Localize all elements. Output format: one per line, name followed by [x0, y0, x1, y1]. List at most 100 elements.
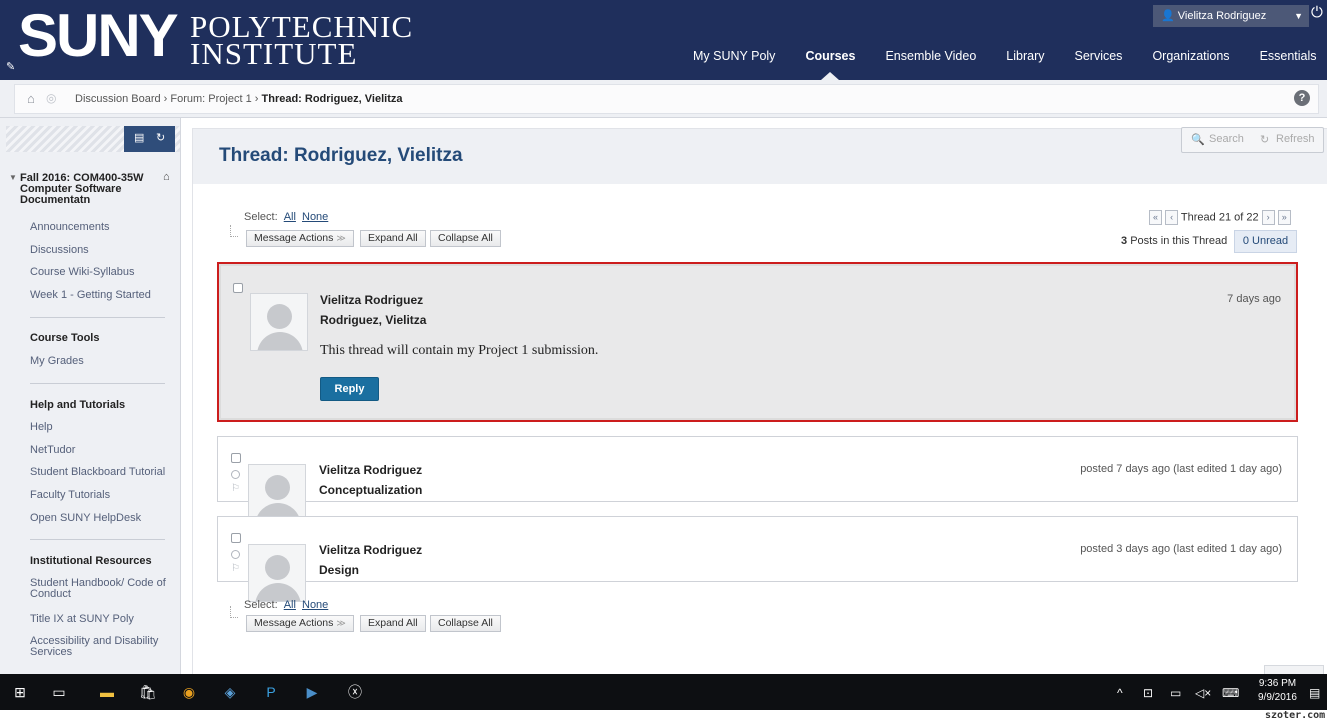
expand-all-button[interactable]: Expand All: [360, 230, 426, 247]
sidebar-item-wiki-syllabus[interactable]: Course Wiki-Syllabus: [30, 266, 135, 278]
crumb-current: Thread: Rodriguez, Vielitza: [261, 93, 403, 105]
notifications-icon[interactable]: ▤: [1309, 686, 1320, 700]
logout-power-icon[interactable]: ⏻: [1311, 4, 1323, 21]
next-thread-icon[interactable]: ›: [1261, 210, 1275, 225]
keyboard-icon[interactable]: ⌨: [1222, 686, 1239, 700]
taskbar: ⊞ ▭ ▬ 🛍 ◉ ◈ P ▶ ⓧ ^ ⊡ ▭ ◁× ⌨ 9:36 PM 9/9…: [0, 674, 1327, 710]
post-checkbox[interactable]: [231, 533, 241, 543]
chevron-up-icon[interactable]: ^: [1117, 686, 1123, 700]
message-actions-button[interactable]: Message Actions ≫: [246, 615, 354, 632]
sidebar-item-help[interactable]: Help: [30, 421, 53, 433]
post-checkbox[interactable]: [233, 283, 243, 293]
crumb-discussion-board[interactable]: Discussion Board: [75, 93, 161, 105]
read-status-icon[interactable]: [231, 550, 240, 559]
select-none-link[interactable]: None: [302, 599, 328, 611]
nav-organizations[interactable]: Organizations: [1137, 48, 1244, 64]
course-tools-heading[interactable]: Course Tools: [30, 332, 99, 344]
windows-start-icon[interactable]: ⊞: [11, 683, 29, 701]
user-menu[interactable]: 👤 Vielitza Rodriguez ▼: [1153, 5, 1309, 27]
collapse-all-button[interactable]: Collapse All: [430, 230, 501, 247]
post-item[interactable]: ⚐ Vielitza Rodriguez Conceptualization p…: [217, 436, 1298, 522]
course-menu: ▤ ↻ ▼ Fall 2016: COM400-35W Computer Sof…: [0, 118, 181, 674]
message-actions-button[interactable]: Message Actions ≫: [246, 230, 354, 247]
sidebar-item-discussions[interactable]: Discussions: [30, 244, 89, 256]
visibility-icon[interactable]: ◎: [46, 91, 56, 105]
task-view-icon[interactable]: ▭: [50, 683, 68, 701]
search-button[interactable]: Search: [1209, 133, 1244, 145]
post-author[interactable]: Vielitza Rodriguez: [319, 463, 422, 477]
select-controls-bottom: Select: All None: [244, 599, 328, 611]
last-thread-icon[interactable]: »: [1277, 210, 1291, 225]
chevron-down-icon: ▼: [1294, 11, 1303, 21]
nav-library[interactable]: Library: [991, 48, 1059, 64]
refresh-icon[interactable]: ↻: [156, 131, 165, 144]
p-app-icon[interactable]: P: [262, 683, 280, 701]
clock-time: 9:36 PM: [1258, 678, 1297, 689]
sidebar-item-announcements[interactable]: Announcements: [30, 221, 110, 233]
read-status-icon[interactable]: [231, 470, 240, 479]
sidebar-item-week-1[interactable]: Week 1 - Getting Started: [30, 289, 151, 301]
help-icon[interactable]: ?: [1294, 90, 1310, 106]
nav-ensemble-video[interactable]: Ensemble Video: [870, 48, 991, 64]
file-explorer-icon[interactable]: ▬: [98, 683, 116, 701]
sidebar-item-helpdesk[interactable]: Open SUNY HelpDesk: [30, 512, 141, 524]
sidebar-item-title-ix[interactable]: Title IX at SUNY Poly: [30, 613, 134, 625]
nav-courses[interactable]: Courses: [790, 48, 870, 80]
refresh-icon[interactable]: ↻: [1260, 133, 1269, 146]
flag-icon[interactable]: ⚐: [231, 563, 240, 574]
divider: [30, 383, 165, 384]
course-title[interactable]: Fall 2016: COM400-35W Computer Software …: [20, 173, 155, 206]
collapse-all-button[interactable]: Collapse All: [430, 615, 501, 632]
sidebar-item-student-bb-tutorial[interactable]: Student Blackboard Tutorial: [30, 466, 165, 478]
select-all-link[interactable]: All: [284, 211, 296, 223]
collapse-arrow-icon[interactable]: ▼: [9, 173, 17, 182]
select-all-link[interactable]: All: [284, 599, 296, 611]
network-icon[interactable]: ⊡: [1143, 686, 1153, 700]
post-author[interactable]: Vielitza Rodriguez: [319, 543, 422, 557]
prev-thread-icon[interactable]: ‹: [1165, 210, 1179, 225]
sidebar-item-faculty-tutorials[interactable]: Faculty Tutorials: [30, 489, 110, 501]
system-clock[interactable]: 9:36 PM 9/9/2016: [1258, 677, 1297, 705]
post-item[interactable]: ⚐ Vielitza Rodriguez Design posted 3 day…: [217, 516, 1298, 602]
nav-essentials[interactable]: Essentials: [1245, 48, 1327, 64]
flag-icon[interactable]: ⚐: [231, 483, 240, 494]
post-author[interactable]: Vielitza Rodriguez: [320, 293, 423, 307]
post-timestamp: 7 days ago: [1227, 293, 1281, 305]
institutional-heading[interactable]: Institutional Resources: [30, 555, 152, 567]
home-icon[interactable]: ⌂: [27, 91, 35, 106]
folder-view-icon[interactable]: ▤: [134, 131, 144, 144]
nav-services[interactable]: Services: [1060, 48, 1138, 64]
refresh-button[interactable]: Refresh: [1276, 133, 1315, 145]
sidebar-item-accessibility[interactable]: Accessibility and Disability Services: [30, 636, 170, 658]
breadcrumb: ⌂ ◎ Discussion Board › Forum: Project 1 …: [14, 84, 1319, 114]
post-checkbox[interactable]: [231, 453, 241, 463]
sidebar-item-nettudor[interactable]: NetTudor: [30, 444, 75, 456]
volume-icon[interactable]: ◁×: [1195, 686, 1211, 700]
help-heading[interactable]: Help and Tutorials: [30, 399, 125, 411]
search-icon[interactable]: 🔍: [1191, 133, 1205, 146]
crumb-forum[interactable]: Forum: Project 1: [170, 93, 251, 105]
app-icon[interactable]: ◈: [221, 683, 239, 701]
post-title[interactable]: Design: [319, 563, 359, 577]
reply-button[interactable]: Reply: [320, 377, 379, 401]
store-icon[interactable]: 🛍: [139, 683, 157, 701]
display-icon[interactable]: ▭: [1170, 686, 1181, 700]
divider: [30, 539, 165, 540]
unread-button[interactable]: 0 Unread: [1234, 230, 1297, 253]
post-item[interactable]: Vielitza Rodriguez Rodriguez, Vielitza 7…: [217, 262, 1298, 422]
sidebar-item-my-grades[interactable]: My Grades: [30, 355, 84, 367]
post-title[interactable]: Conceptualization: [319, 483, 422, 497]
select-none-link[interactable]: None: [302, 211, 328, 223]
logo-polytechnic[interactable]: POLYTECHNIC INSTITUTE: [190, 11, 413, 69]
course-home-icon[interactable]: ⌂: [163, 171, 170, 183]
first-thread-icon[interactable]: «: [1149, 210, 1162, 225]
nav-my-suny-poly[interactable]: My SUNY Poly: [678, 48, 790, 64]
logo-suny[interactable]: SUNY: [18, 4, 179, 68]
expand-all-button[interactable]: Expand All: [360, 615, 426, 632]
visual-studio-icon[interactable]: ▶: [303, 683, 321, 701]
chrome-icon[interactable]: ◉: [180, 683, 198, 701]
sidebar-item-handbook[interactable]: Student Handbook/ Code of Conduct: [30, 578, 170, 600]
pin-icon[interactable]: ✎: [6, 60, 15, 73]
xbox-icon[interactable]: ⓧ: [346, 683, 364, 701]
posts-count-number: 3: [1121, 235, 1128, 247]
